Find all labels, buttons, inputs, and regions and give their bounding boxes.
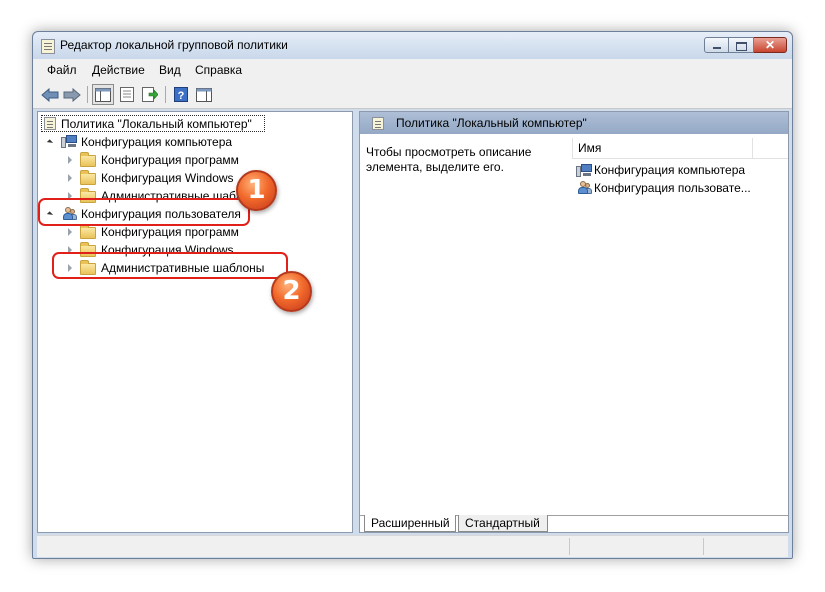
menu-file[interactable]: Файл <box>47 63 77 77</box>
status-divider <box>703 538 704 555</box>
tree-item-label: Конфигурация программ <box>101 153 239 167</box>
list-item-label: Конфигурация компьютера <box>594 163 746 177</box>
maximize-button[interactable] <box>729 37 754 53</box>
tree-item-label: Конфигурация Windows <box>101 171 234 185</box>
tree-item-software-settings[interactable]: Конфигурация программ <box>42 151 342 169</box>
step-badge-1: 1 <box>236 170 277 211</box>
tree-root[interactable]: Политика "Локальный компьютер" <box>42 115 266 133</box>
help-icon: ? <box>174 87 188 102</box>
computer-icon <box>61 135 77 148</box>
list-item-computer-config[interactable]: Конфигурация компьютера <box>576 161 788 179</box>
properties-button[interactable] <box>116 84 138 105</box>
view-tabs: Расширенный Стандартный <box>360 515 788 533</box>
step-badge-2: 2 <box>271 271 312 312</box>
expanded-arrow-icon[interactable] <box>46 139 54 146</box>
show-action-pane-button[interactable] <box>193 84 215 105</box>
highlight-user-config <box>38 198 250 226</box>
caption-buttons: ✕ <box>704 37 787 54</box>
properties-icon <box>120 87 134 102</box>
tab-extended[interactable]: Расширенный <box>364 515 456 532</box>
forward-button[interactable] <box>61 84 83 105</box>
toolbar-separator <box>87 86 88 103</box>
menu-help[interactable]: Справка <box>195 63 242 77</box>
policy-icon <box>372 117 384 130</box>
folder-icon <box>80 224 96 239</box>
minimize-button[interactable] <box>704 37 729 53</box>
details-pane: Политика "Локальный компьютер" Чтобы про… <box>359 111 789 533</box>
list-item-user-config[interactable]: Конфигурация пользовате... <box>576 179 788 197</box>
policy-editor-icon <box>41 39 55 54</box>
console-tree: Политика "Локальный компьютер" Конфигура… <box>37 111 353 533</box>
show-tree-icon <box>95 87 111 102</box>
tree-item-label: Конфигурация программ <box>101 225 239 239</box>
window-title: Редактор локальной групповой политики <box>60 38 288 52</box>
menu-action[interactable]: Действие <box>92 63 145 77</box>
folder-icon <box>80 170 96 185</box>
details-header: Политика "Локальный компьютер" <box>360 112 788 134</box>
status-bar <box>37 535 788 557</box>
forward-icon <box>63 87 81 102</box>
svg-text:?: ? <box>178 90 185 102</box>
list-item-label: Конфигурация пользовате... <box>594 181 751 195</box>
export-list-button[interactable] <box>139 84 161 105</box>
tree-root-label: Политика "Локальный компьютер" <box>61 117 252 131</box>
collapsed-arrow-icon[interactable] <box>68 174 72 182</box>
folder-icon <box>80 152 96 167</box>
users-icon <box>576 181 592 195</box>
toolbar-separator <box>165 86 166 103</box>
show-pane-icon <box>196 87 212 102</box>
title-bar[interactable]: Редактор локальной групповой политики ✕ <box>33 32 792 59</box>
back-icon <box>41 87 59 102</box>
export-icon <box>142 87 158 102</box>
tree-item-windows-settings[interactable]: Конфигурация Windows <box>42 169 342 187</box>
description-text: Чтобы просмотреть описание элемента, выд… <box>366 145 532 174</box>
collapsed-arrow-icon[interactable] <box>68 228 72 236</box>
column-header-name[interactable]: Имя <box>572 138 788 159</box>
details-header-title: Политика "Локальный компьютер" <box>396 116 587 130</box>
gpedit-window: Редактор локальной групповой политики ✕ … <box>32 31 793 559</box>
highlight-admin-templates <box>52 252 288 279</box>
tree-item-label: Конфигурация компьютера <box>81 135 233 149</box>
collapsed-arrow-icon[interactable] <box>68 156 72 164</box>
column-divider[interactable] <box>752 138 753 158</box>
close-icon: ✕ <box>764 38 776 52</box>
tab-standard[interactable]: Стандартный <box>458 515 548 532</box>
menu-view[interactable]: Вид <box>159 63 181 77</box>
back-button[interactable] <box>39 84 61 105</box>
column-header-label: Имя <box>578 141 602 155</box>
status-divider <box>569 538 570 555</box>
close-button[interactable]: ✕ <box>754 37 787 53</box>
toolbar: ? <box>33 81 792 109</box>
policy-icon <box>44 117 56 130</box>
help-button[interactable]: ? <box>170 84 192 105</box>
menu-bar: Файл Действие Вид Справка <box>33 59 792 81</box>
show-tree-button[interactable] <box>92 84 114 105</box>
tree-item-computer-config[interactable]: Конфигурация компьютера <box>42 133 342 151</box>
computer-icon <box>576 164 592 177</box>
